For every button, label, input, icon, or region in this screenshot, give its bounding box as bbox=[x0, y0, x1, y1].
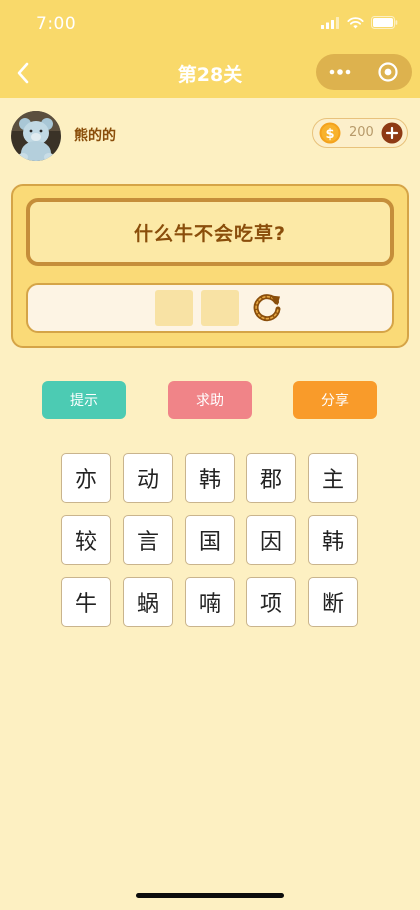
answer-slot[interactable] bbox=[201, 290, 239, 326]
status-time: 7:00 bbox=[36, 14, 77, 34]
answer-slot[interactable] bbox=[155, 290, 193, 326]
coin-balance: $ 200 bbox=[312, 118, 408, 148]
character-tile[interactable]: 亦 bbox=[61, 453, 111, 503]
plus-icon[interactable] bbox=[381, 122, 403, 144]
close-program-button[interactable] bbox=[364, 54, 412, 90]
character-tile[interactable]: 蜗 bbox=[123, 577, 173, 627]
target-circle-icon bbox=[378, 62, 398, 82]
status-bar: 7:00 bbox=[0, 0, 420, 48]
character-tile[interactable]: 韩 bbox=[185, 453, 235, 503]
character-tile[interactable]: 牛 bbox=[61, 577, 111, 627]
share-button[interactable]: 分享 bbox=[293, 381, 377, 419]
signal-icon bbox=[321, 16, 339, 29]
character-tile[interactable]: 郡 bbox=[246, 453, 296, 503]
home-indicator[interactable] bbox=[136, 893, 284, 898]
refresh-icon bbox=[253, 294, 281, 322]
character-tile[interactable]: 项 bbox=[246, 577, 296, 627]
character-tile[interactable]: 主 bbox=[308, 453, 358, 503]
character-tile[interactable]: 断 bbox=[308, 577, 358, 627]
character-tile[interactable]: 韩 bbox=[308, 515, 358, 565]
nav-bar: 第28关 bbox=[0, 48, 420, 98]
mini-program-capsule bbox=[316, 54, 412, 90]
question-text: 什么牛不会吃草? bbox=[133, 222, 287, 245]
reset-button[interactable] bbox=[248, 289, 286, 327]
dollar-coin-icon: $ bbox=[319, 122, 341, 144]
battery-icon bbox=[371, 16, 398, 29]
help-button[interactable]: 求助 bbox=[168, 381, 252, 419]
character-tile[interactable]: 言 bbox=[123, 515, 173, 565]
character-tile[interactable]: 因 bbox=[246, 515, 296, 565]
character-tile[interactable]: 较 bbox=[61, 515, 111, 565]
answer-box bbox=[26, 283, 394, 333]
hint-button[interactable]: 提示 bbox=[42, 381, 126, 419]
question-box: 什么牛不会吃草? bbox=[26, 198, 394, 266]
more-dots-icon bbox=[329, 69, 351, 75]
status-icons bbox=[321, 16, 398, 29]
character-tile[interactable]: 喃 bbox=[185, 577, 235, 627]
more-button[interactable] bbox=[316, 54, 364, 90]
profile-row: 熊的的 $ 200 bbox=[0, 98, 420, 174]
character-tile[interactable]: 动 bbox=[123, 453, 173, 503]
coin-count: 200 bbox=[349, 125, 374, 140]
character-tile[interactable]: 国 bbox=[185, 515, 235, 565]
teddy-bear-avatar-image bbox=[11, 111, 61, 161]
username: 熊的的 bbox=[74, 128, 116, 144]
wifi-icon bbox=[347, 16, 364, 28]
avatar[interactable] bbox=[11, 111, 61, 161]
svg-text:$: $ bbox=[325, 127, 334, 142]
puzzle-panel: 什么牛不会吃草? bbox=[11, 184, 409, 348]
